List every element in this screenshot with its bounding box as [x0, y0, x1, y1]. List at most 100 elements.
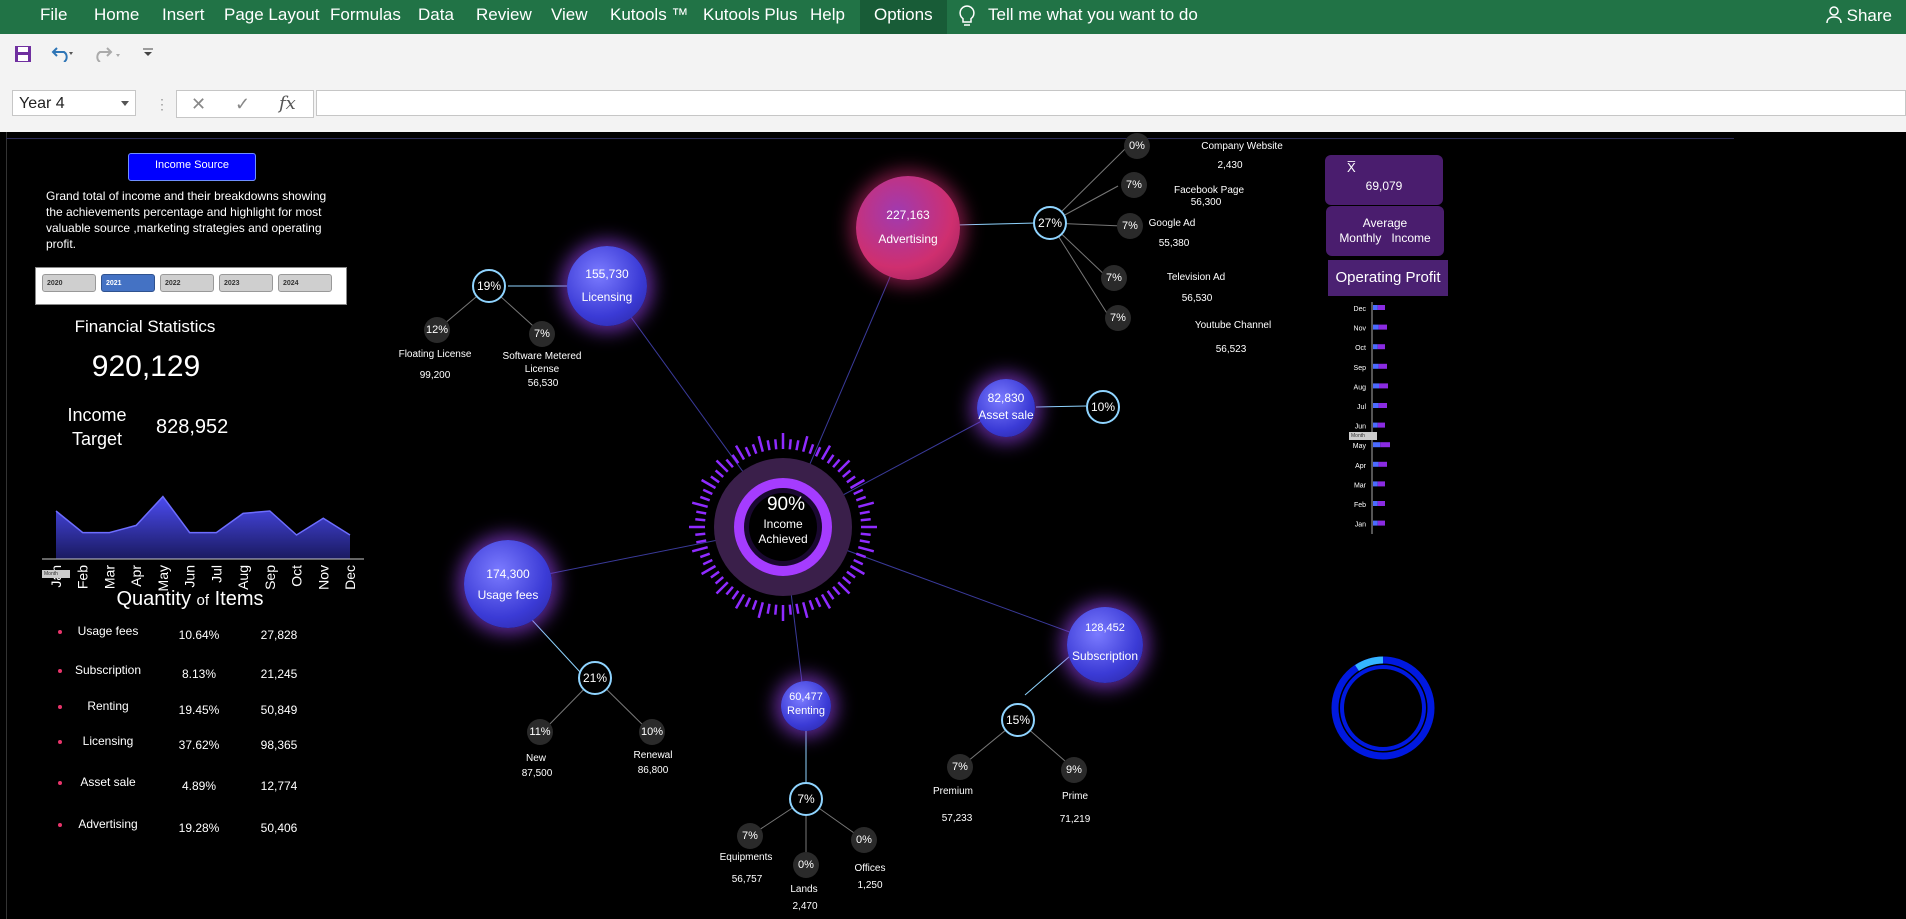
equipments-value: 56,757	[731, 874, 763, 885]
tab-file[interactable]: File	[30, 0, 77, 34]
subscription-label: Subscription	[1071, 649, 1139, 663]
tab-page-layout[interactable]: Page Layout	[214, 0, 329, 34]
dial-tick	[715, 459, 729, 473]
op-month-label: Nov	[1354, 326, 1367, 333]
op-bar	[1377, 422, 1385, 428]
subscription-value: 128,452	[1085, 622, 1125, 634]
tell-me-search[interactable]: Tell me what you want to do	[988, 0, 1198, 34]
tab-help[interactable]: Help	[800, 0, 855, 34]
cancel-icon[interactable]: ✕	[191, 91, 206, 117]
dial-tick	[699, 495, 711, 502]
tab-kutools-plus[interactable]: Kutools Plus	[693, 0, 808, 34]
dial-tick	[710, 475, 720, 484]
op-bar	[1373, 383, 1379, 389]
software-metered-value: 56,530	[527, 378, 559, 389]
name-box-value: Year 4	[19, 95, 65, 112]
renting-pct: 7%	[789, 782, 823, 816]
dial-tick	[714, 469, 725, 478]
dial-tick	[710, 570, 720, 579]
dial-tick	[757, 435, 765, 453]
enter-icon[interactable]: ✓	[235, 91, 250, 117]
op-bar	[1380, 442, 1390, 448]
dial-tick	[751, 599, 758, 611]
dial-tick	[700, 564, 717, 576]
dial-tick	[841, 576, 852, 585]
dial-tick	[725, 458, 734, 469]
prime-label: Prime	[1061, 791, 1089, 802]
share-button[interactable]: Share	[1826, 0, 1892, 34]
subscription-bubble: 128,452 Subscription	[1067, 607, 1143, 683]
dial-tick	[841, 469, 852, 478]
op-bar	[1373, 324, 1379, 330]
lightbulb-icon	[959, 5, 975, 26]
customize-toolbar-icon[interactable]	[142, 48, 154, 58]
offices-value: 1,250	[857, 880, 883, 891]
redo-icon[interactable]	[94, 46, 124, 62]
tab-review[interactable]: Review	[466, 0, 542, 34]
op-month-filter-button[interactable]: Month	[1349, 432, 1377, 440]
average-label: Average	[1362, 216, 1408, 230]
formula-input[interactable]	[316, 90, 1906, 116]
op-bar	[1373, 344, 1378, 350]
premium-value: 57,233	[941, 813, 973, 824]
subscription-pct: 15%	[1001, 703, 1035, 737]
offices-label: Offices	[854, 863, 886, 874]
dial-tick	[795, 603, 800, 614]
tab-formulas[interactable]: Formulas	[320, 0, 411, 34]
op-month-label: Jan	[1355, 522, 1366, 529]
op-month-label: Apr	[1355, 463, 1367, 470]
dial-tick	[846, 570, 856, 579]
op-bar	[1377, 501, 1385, 506]
op-month-label: Jul	[1357, 404, 1366, 411]
dial-tick	[837, 581, 851, 595]
google-ad-value: 55,380	[1158, 238, 1190, 249]
licensing-value: 155,730	[585, 267, 629, 281]
tab-options[interactable]: Options	[860, 0, 947, 34]
tab-data[interactable]: Data	[408, 0, 464, 34]
op-month-label: Dec	[1354, 306, 1367, 313]
google-ad-label: Google Ad	[1148, 218, 1196, 229]
youtube-channel-pct: 7%	[1105, 305, 1131, 331]
name-box[interactable]: Year 4	[12, 90, 136, 116]
youtube-channel-value: 56,523	[1215, 344, 1247, 355]
op-bar	[1379, 383, 1388, 389]
dial-tick	[691, 545, 709, 553]
tab-home[interactable]: Home	[84, 0, 149, 34]
chevron-down-icon[interactable]	[121, 101, 129, 106]
op-bar	[1373, 363, 1379, 369]
dial-tick	[860, 532, 871, 536]
op-bar	[1373, 403, 1379, 408]
dial-tick	[751, 443, 758, 455]
op-bar	[1373, 305, 1378, 310]
google-ad-pct: 7%	[1117, 213, 1143, 239]
undo-icon[interactable]	[50, 46, 74, 62]
tab-kutools[interactable]: Kutools ™	[600, 0, 698, 34]
share-label: Share	[1846, 6, 1892, 25]
op-month-label: Sep	[1354, 365, 1367, 372]
dial-tick	[702, 488, 713, 496]
dial-tick	[859, 510, 870, 515]
dial-tick	[696, 510, 707, 515]
advertising-pct: 27%	[1033, 206, 1067, 240]
dial-tick	[820, 593, 832, 610]
dial-tick	[846, 475, 856, 484]
formula-bar-grip-icon[interactable]: ⋮	[155, 96, 169, 113]
offices-pct: 0%	[851, 827, 877, 853]
op-month-label: Mar	[1354, 482, 1367, 489]
dial-tick	[832, 585, 841, 596]
dial-tick	[744, 446, 752, 457]
formula-bar: Year 4 ⋮ ✕ ✓ fx	[0, 72, 1906, 133]
op-month-label: Oct	[1355, 345, 1366, 352]
tab-view[interactable]: View	[541, 0, 598, 34]
company-website-label: Company Website	[1201, 141, 1283, 152]
op-bar	[1378, 461, 1387, 467]
dial-tick	[788, 439, 792, 450]
dial-tick	[731, 590, 740, 600]
op-bar	[1377, 344, 1385, 350]
dial-tick	[715, 581, 729, 595]
licensing-pct: 19%	[472, 269, 506, 303]
tab-insert[interactable]: Insert	[152, 0, 215, 34]
save-icon[interactable]	[14, 45, 32, 63]
dial-tick	[855, 552, 867, 559]
insert-function-icon[interactable]: fx	[279, 91, 296, 117]
